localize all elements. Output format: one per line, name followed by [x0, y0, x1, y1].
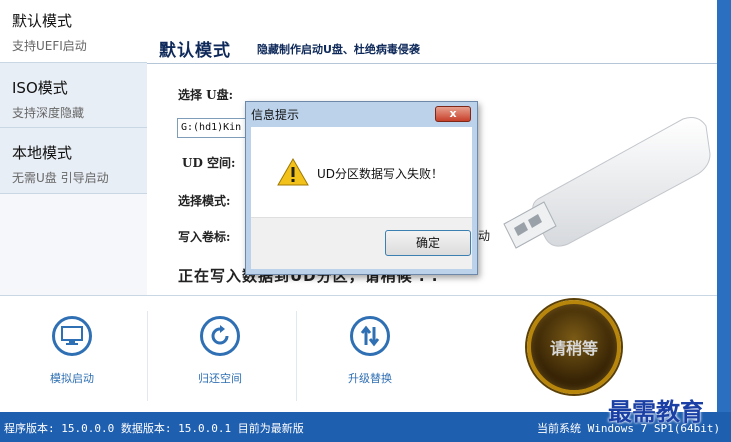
warning-icon: [277, 157, 309, 186]
restore-space-button[interactable]: 归还空间: [160, 316, 280, 396]
sidebar-item-title: ISO模式: [12, 79, 68, 97]
volume-label-label: 写入卷标:: [178, 230, 231, 244]
toolbar-divider: [147, 311, 148, 401]
dialog-close-button[interactable]: x: [435, 106, 471, 122]
toolbar-button-label: 升级替换: [348, 372, 392, 385]
sidebar-item-subtitle: 无需U盘 引导启动: [12, 171, 109, 185]
simulate-boot-button[interactable]: 模拟启动: [12, 316, 132, 396]
version-info: 程序版本: 15.0.0.0 数据版本: 15.0.0.1 目前为最新版: [4, 422, 304, 435]
page-header: 默认模式 隐藏制作启动U盘、杜绝病毒侵袭: [147, 28, 717, 64]
dialog-title: 信息提示: [251, 108, 300, 122]
select-u-drive-label: 选择 U盘:: [178, 88, 234, 102]
dialog-body: UD分区数据写入失败！ 确定: [251, 127, 472, 269]
toolbar-divider: [296, 311, 297, 401]
watermark-text: 最需教育: [608, 397, 704, 426]
ok-button[interactable]: 确定: [385, 230, 471, 256]
u-drive-select[interactable]: G:(hd1)Kin: [177, 118, 249, 138]
mode-sidebar: 默认模式 支持UEFI启动 ISO模式 支持深度隐藏 本地模式 无需U盘 引导启…: [0, 0, 147, 295]
info-dialog: 信息提示 x UD分区数据写入失败！ 确定: [245, 101, 478, 275]
sidebar-item-title: 本地模式: [12, 144, 73, 162]
ud-space-label: UD 空间:: [182, 156, 236, 170]
sidebar-item-subtitle: 支持UEFI启动: [12, 39, 87, 53]
sidebar-filler: [0, 194, 147, 295]
usb-drive-illustration: [503, 117, 711, 249]
sidebar-item-iso-mode[interactable]: ISO模式 支持深度隐藏: [0, 62, 147, 128]
mode-select-label: 选择模式:: [178, 194, 231, 208]
window-edge: [717, 0, 731, 412]
dialog-message: UD分区数据写入失败！: [317, 167, 444, 181]
wait-label: 请稍等: [549, 339, 598, 358]
option-label-fragment: 动: [478, 229, 491, 243]
sidebar-item-local-mode[interactable]: 本地模式 无需U盘 引导启动: [0, 128, 147, 194]
toolbar-button-label: 模拟启动: [50, 372, 94, 385]
start-button-busy[interactable]: 请稍等: [527, 300, 621, 394]
page-subtitle: 隐藏制作启动U盘、杜绝病毒侵袭: [257, 43, 420, 56]
sidebar-item-default-mode[interactable]: 默认模式 支持UEFI启动: [0, 0, 147, 62]
dialog-button-area: 确定: [251, 217, 472, 269]
page-title: 默认模式: [159, 41, 231, 61]
monitor-icon: [52, 316, 92, 356]
swap-arrows-icon: [350, 316, 390, 356]
refresh-icon: [200, 316, 240, 356]
toolbar-button-label: 归还空间: [198, 372, 242, 385]
sidebar-item-subtitle: 支持深度隐藏: [12, 106, 85, 120]
sidebar-item-title: 默认模式: [12, 12, 73, 30]
upgrade-replace-button[interactable]: 升级替换: [310, 316, 430, 396]
